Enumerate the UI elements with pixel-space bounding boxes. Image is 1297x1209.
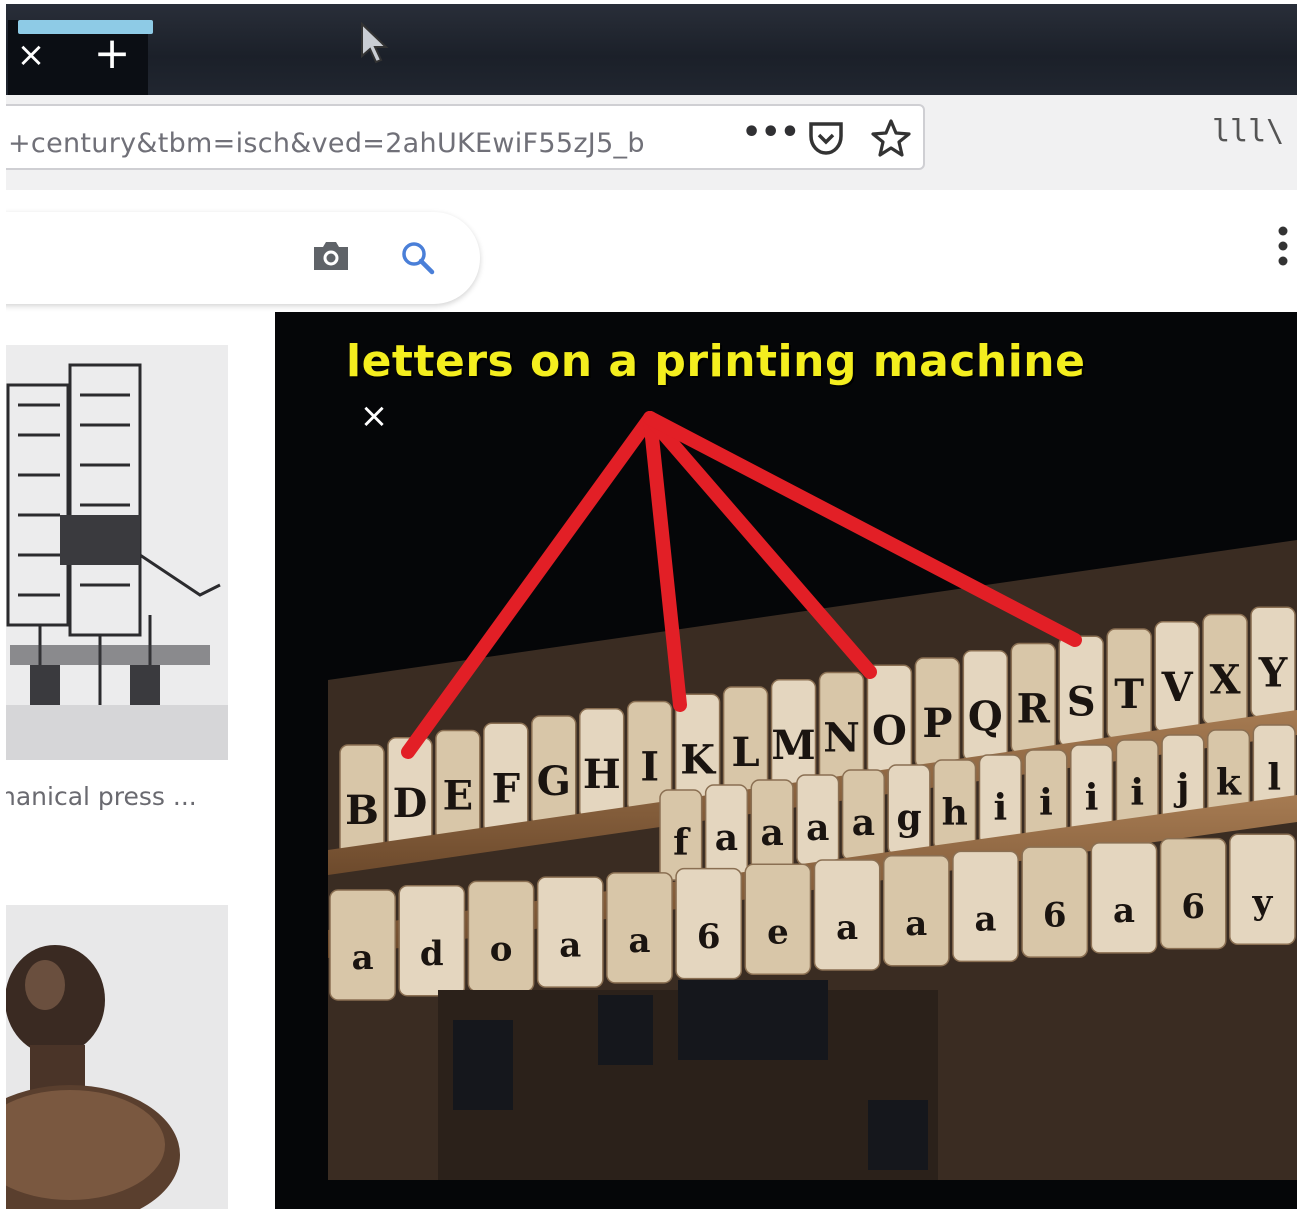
page-actions-menu-icon[interactable]: ••• <box>742 118 800 154</box>
type-letter: H <box>583 751 621 798</box>
type-letter: a <box>905 904 927 944</box>
thumbnail-caption[interactable]: hanical press ... <box>0 782 197 811</box>
type-letter: T <box>1114 671 1144 718</box>
type-letter: L <box>732 729 760 776</box>
type-letter: O <box>872 707 907 754</box>
url-text[interactable]: +century&tbm=isch&ved=2ahUKEwiF55zJ5_b <box>8 128 645 159</box>
type-letter: e <box>767 912 789 952</box>
type-letter: a <box>715 817 738 859</box>
thumbnail-wooden-stamp[interactable] <box>0 905 228 1209</box>
type-letter: X <box>1210 657 1241 704</box>
type-letter: i <box>993 787 1007 829</box>
type-letter: G <box>537 758 571 805</box>
type-letter: a <box>975 900 997 940</box>
type-letter: a <box>628 921 650 961</box>
type-letter: a <box>852 802 875 844</box>
annotation-label: letters on a printing machine <box>346 336 1086 387</box>
type-letter: Q <box>968 693 1003 740</box>
thumbnail-mechanical-press[interactable] <box>0 345 228 760</box>
search-icon[interactable] <box>398 238 438 282</box>
type-letter: Y <box>1258 649 1288 696</box>
camera-icon[interactable] <box>310 238 352 278</box>
type-letter: 6 <box>1043 895 1067 935</box>
photo-frame-top <box>0 0 1297 4</box>
type-letter: y <box>1252 882 1274 922</box>
type-letter: K <box>680 736 716 783</box>
bookmark-star-icon[interactable] <box>870 118 912 162</box>
mouse-cursor-icon <box>358 21 392 70</box>
type-letter: a <box>836 908 858 948</box>
type-letter: P <box>922 700 952 747</box>
viewer-close-button[interactable]: × <box>356 398 392 434</box>
type-letter: j <box>1173 767 1189 809</box>
type-letter: S <box>1067 678 1096 725</box>
type-letter: h <box>942 792 968 834</box>
library-icon[interactable]: lll\ <box>1212 114 1284 149</box>
type-letter: 6 <box>1181 887 1205 927</box>
type-letter: 6 <box>697 917 721 957</box>
type-letter: i <box>1085 777 1099 819</box>
type-letter: E <box>443 773 474 820</box>
type-letter: a <box>806 807 829 849</box>
type-letter: g <box>896 797 921 839</box>
printing-type-photo[interactable]: BDEFGHIKLMNOPQRSTVXY faaaaghiiiijkl adoa… <box>328 540 1297 1180</box>
type-letter: k <box>1216 762 1242 804</box>
more-options-icon[interactable] <box>1276 224 1290 272</box>
type-letter: i <box>1130 772 1144 814</box>
type-letter: l <box>1267 757 1281 799</box>
type-letter: B <box>345 787 379 834</box>
type-letter: a <box>1113 891 1135 931</box>
type-letter: N <box>823 715 860 762</box>
new-tab-button[interactable]: + <box>92 32 132 76</box>
tab-close-button[interactable]: × <box>14 38 48 72</box>
type-letter: a <box>352 938 374 978</box>
type-letter: f <box>673 822 691 864</box>
type-letter: a <box>559 925 581 965</box>
type-letter: M <box>771 722 815 769</box>
type-letter: V <box>1161 664 1194 711</box>
type-letter: i <box>1039 782 1053 824</box>
type-letter: I <box>640 744 659 791</box>
type-letter: d <box>420 934 444 974</box>
type-letter: R <box>1017 686 1051 733</box>
type-letter: D <box>393 780 428 827</box>
type-letter: a <box>760 812 783 854</box>
type-letter: F <box>492 765 520 812</box>
active-tab-indicator <box>18 20 153 34</box>
photo-frame-left <box>0 0 6 1209</box>
tab-strip <box>0 0 1297 95</box>
type-letter: o <box>490 930 513 970</box>
pocket-icon[interactable] <box>806 118 846 162</box>
